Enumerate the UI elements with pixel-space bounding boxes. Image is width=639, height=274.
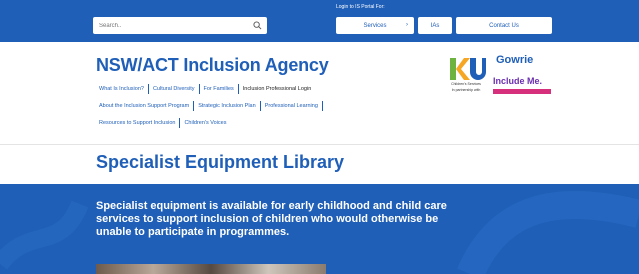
contact-us-button[interactable]: Contact Us bbox=[456, 17, 552, 34]
menu-item-resources[interactable]: Resources to Support Inclusion bbox=[96, 118, 181, 128]
search-box[interactable] bbox=[93, 17, 267, 34]
ias-button[interactable]: IAs bbox=[418, 17, 452, 34]
services-label: Services bbox=[363, 22, 387, 29]
portal-login-link[interactable]: Login to IS Portal For: bbox=[336, 4, 385, 10]
gowrie-logo: Gowrie bbox=[496, 54, 534, 66]
partner-logos: Children's Services In partnership with … bbox=[447, 52, 557, 122]
menu-item-for-families[interactable]: For Families bbox=[200, 84, 239, 94]
main-menu-row-2: About the Inclusion Support Program Stra… bbox=[96, 101, 323, 111]
menu-item-cultural-diversity[interactable]: Cultural Diversity bbox=[149, 84, 200, 94]
chevron-right-icon: › bbox=[406, 22, 408, 28]
main-menu-row-3: Resources to Support Inclusion Children'… bbox=[96, 118, 230, 128]
page-title: Specialist Equipment Library bbox=[96, 152, 345, 172]
menu-item-professional-learning[interactable]: Professional Learning bbox=[261, 101, 323, 111]
menu-item-inclusion-professional-login[interactable]: Inclusion Professional Login bbox=[239, 84, 316, 94]
main-menu-row-1: What Is Inclusion? Cultural Diversity Fo… bbox=[96, 84, 315, 94]
menu-item-childrens-voices[interactable]: Children's Voices bbox=[180, 118, 230, 128]
include-me-banner bbox=[493, 89, 551, 94]
search-icon[interactable] bbox=[253, 21, 262, 30]
partnership-label: In partnership with bbox=[451, 88, 481, 92]
hero-banner: Specialist equipment is available for ea… bbox=[0, 184, 639, 274]
hero-text: Specialist equipment is available for ea… bbox=[96, 200, 447, 238]
site-title[interactable]: NSW/ACT Inclusion Agency bbox=[96, 55, 329, 76]
ku-label: Children's Services bbox=[451, 82, 481, 86]
divider bbox=[0, 144, 639, 145]
search-input[interactable] bbox=[99, 17, 249, 34]
ias-label: IAs bbox=[430, 22, 440, 29]
include-me-logo: Include Me. bbox=[493, 76, 543, 86]
services-button[interactable]: Services › bbox=[336, 17, 414, 34]
menu-item-what-is-inclusion[interactable]: What Is Inclusion? bbox=[96, 84, 149, 94]
menu-item-about-isp[interactable]: About the Inclusion Support Program bbox=[96, 101, 195, 111]
contact-label: Contact Us bbox=[489, 22, 519, 29]
equipment-photo bbox=[96, 264, 326, 274]
menu-item-strategic-inclusion-plan[interactable]: Strategic Inclusion Plan bbox=[194, 101, 261, 111]
ku-logo-icon bbox=[450, 58, 486, 80]
top-bar: Login to IS Portal For: Services › IAs C… bbox=[0, 0, 639, 42]
